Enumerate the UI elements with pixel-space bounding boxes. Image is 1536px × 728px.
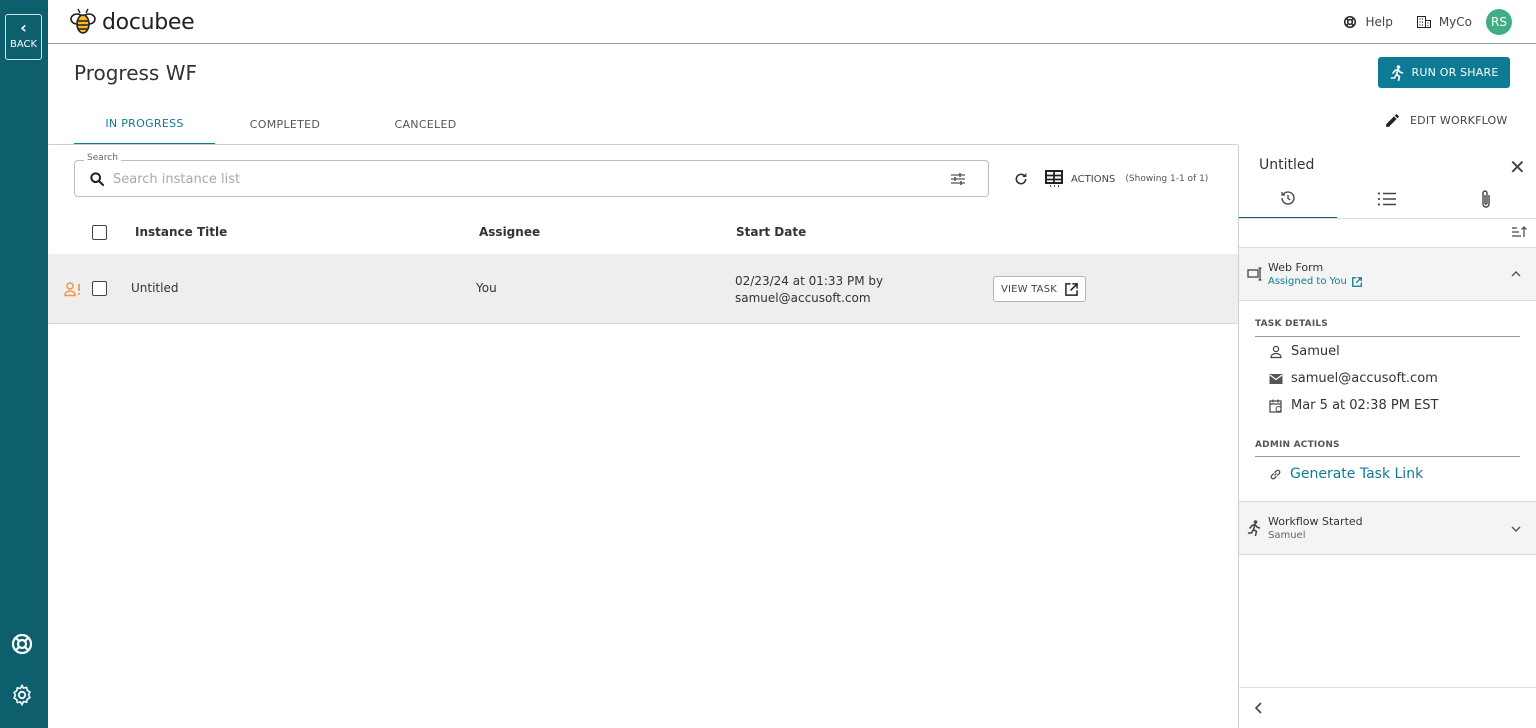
left-rail: ‹ BACK xyxy=(0,0,48,728)
start-date: 02/23/24 at 01:33 PM by samuel@accusoft.… xyxy=(735,273,883,307)
select-all-checkbox[interactable] xyxy=(92,225,107,240)
task-details-divider xyxy=(1255,336,1520,337)
column-header-start-date[interactable]: Start Date xyxy=(736,225,806,239)
tab-canceled[interactable]: CANCELED xyxy=(355,103,496,145)
table-row[interactable]: Untitled You 02/23/24 at 01:33 PM by sam… xyxy=(48,254,1238,324)
due-date: Mar 5 at 02:38 PM EST xyxy=(1291,398,1439,413)
panel-title: Untitled xyxy=(1259,157,1315,173)
chevron-down-icon xyxy=(1511,526,1521,532)
external-link-icon xyxy=(1351,276,1362,287)
sort-icon[interactable] xyxy=(1511,225,1527,239)
brand-name: docubee xyxy=(102,9,195,35)
tabs-divider xyxy=(48,144,1238,145)
brand-logo[interactable]: docubee xyxy=(68,7,195,37)
back-button[interactable]: ‹ BACK xyxy=(5,14,42,60)
pencil-icon xyxy=(1386,114,1399,127)
generate-task-link-label: Generate Task Link xyxy=(1290,466,1424,482)
building-icon xyxy=(1416,16,1431,28)
step-web-form[interactable]: Web Form Assigned to You xyxy=(1239,247,1536,301)
person-icon xyxy=(1270,345,1282,358)
step-title: Workflow Started xyxy=(1268,515,1363,528)
close-icon[interactable]: ✕ xyxy=(1509,155,1526,179)
link-icon xyxy=(1270,469,1281,479)
calendar-clock-icon xyxy=(1269,399,1282,413)
tab-completed[interactable]: COMPLETED xyxy=(215,103,355,145)
attachment-icon xyxy=(1482,190,1490,208)
user-alert-icon xyxy=(64,282,80,297)
actions-button[interactable]: ACTIONS xyxy=(1071,174,1115,185)
search-icon xyxy=(90,172,105,187)
admin-actions-divider xyxy=(1255,456,1520,457)
gear-icon[interactable] xyxy=(10,683,34,707)
edit-workflow-button[interactable]: EDIT WORKFLOW xyxy=(1384,112,1507,129)
generate-task-link[interactable]: Generate Task Link xyxy=(1269,466,1423,482)
search-box: Search xyxy=(74,153,989,197)
showing-count: (Showing 1-1 of 1) xyxy=(1125,174,1209,184)
lifebuoy-icon[interactable] xyxy=(10,632,34,656)
refresh-icon[interactable] xyxy=(1013,171,1029,187)
org-label: MyCo xyxy=(1438,15,1472,29)
edit-workflow-label: EDIT WORKFLOW xyxy=(1410,114,1508,127)
run-or-share-label: RUN OR SHARE xyxy=(1411,66,1499,79)
tab-in-progress[interactable]: IN PROGRESS xyxy=(74,103,215,145)
list-toolbar: ACTIONS (Showing 1-1 of 1) xyxy=(1013,168,1208,190)
page-title: Progress WF xyxy=(74,61,197,85)
task-details-label: TASK DETAILS xyxy=(1255,319,1328,329)
column-header-assignee[interactable]: Assignee xyxy=(479,225,540,239)
chevron-left-icon: ‹ xyxy=(20,18,27,37)
help-label: Help xyxy=(1365,15,1393,29)
row-checkbox[interactable] xyxy=(92,281,107,296)
search-label: Search xyxy=(84,153,121,163)
instance-detail-panel: Untitled ✕ Web Form Assigned to You TASK… xyxy=(1238,145,1536,728)
form-icon xyxy=(1247,267,1262,281)
detail-assignee-name: Samuel xyxy=(1269,344,1340,359)
chevron-up-icon xyxy=(1511,271,1521,277)
run-or-share-button[interactable]: RUN OR SHARE xyxy=(1378,57,1510,88)
lifebuoy-icon xyxy=(1344,15,1357,29)
table-columns-icon[interactable] xyxy=(1045,170,1063,188)
tab-attachments[interactable] xyxy=(1437,179,1535,219)
tab-details[interactable] xyxy=(1338,179,1436,219)
step-title: Web Form xyxy=(1268,261,1324,274)
filter-sliders-icon[interactable] xyxy=(950,172,966,186)
admin-actions-label: ADMIN ACTIONS xyxy=(1255,440,1340,450)
column-header-title[interactable]: Instance Title xyxy=(135,225,227,239)
list-icon xyxy=(1378,192,1396,206)
user-avatar[interactable]: RS xyxy=(1486,9,1512,35)
chevron-left-icon[interactable] xyxy=(1254,702,1262,714)
assigned-to-label: Assigned to You xyxy=(1268,276,1347,287)
help-link[interactable]: Help xyxy=(1343,15,1393,29)
assignee-email: samuel@accusoft.com xyxy=(1291,371,1438,386)
search-input[interactable] xyxy=(113,169,933,189)
step-workflow-started[interactable]: Workflow Started Samuel xyxy=(1239,501,1536,555)
assignee: You xyxy=(476,281,497,295)
start-date-line: 02/23/24 at 01:33 PM by xyxy=(735,274,884,288)
view-task-button[interactable]: VIEW TASK xyxy=(993,276,1086,302)
running-person-icon xyxy=(1247,520,1261,536)
assignee-name: Samuel xyxy=(1291,344,1340,359)
top-bar: docubee Help MyCo RS xyxy=(48,0,1536,44)
detail-email: samuel@accusoft.com xyxy=(1269,371,1438,386)
tab-history[interactable] xyxy=(1239,179,1337,219)
org-switcher[interactable]: MyCo xyxy=(1416,15,1472,29)
instance-title[interactable]: Untitled xyxy=(131,281,178,295)
detail-due-date: Mar 5 at 02:38 PM EST xyxy=(1269,398,1438,413)
view-task-label: VIEW TASK xyxy=(1000,283,1058,295)
email-icon xyxy=(1269,373,1283,384)
history-icon xyxy=(1281,191,1295,205)
external-link-icon xyxy=(1065,282,1078,296)
panel-footer-divider xyxy=(1239,687,1536,688)
assigned-to-link[interactable]: Assigned to You xyxy=(1268,276,1362,287)
running-person-icon xyxy=(1390,64,1403,81)
step-subtitle: Samuel xyxy=(1268,530,1306,541)
start-date-email: samuel@accusoft.com xyxy=(735,291,871,305)
back-label: BACK xyxy=(9,39,38,50)
bee-icon xyxy=(70,8,96,34)
panel-tabs-divider xyxy=(1239,218,1536,219)
